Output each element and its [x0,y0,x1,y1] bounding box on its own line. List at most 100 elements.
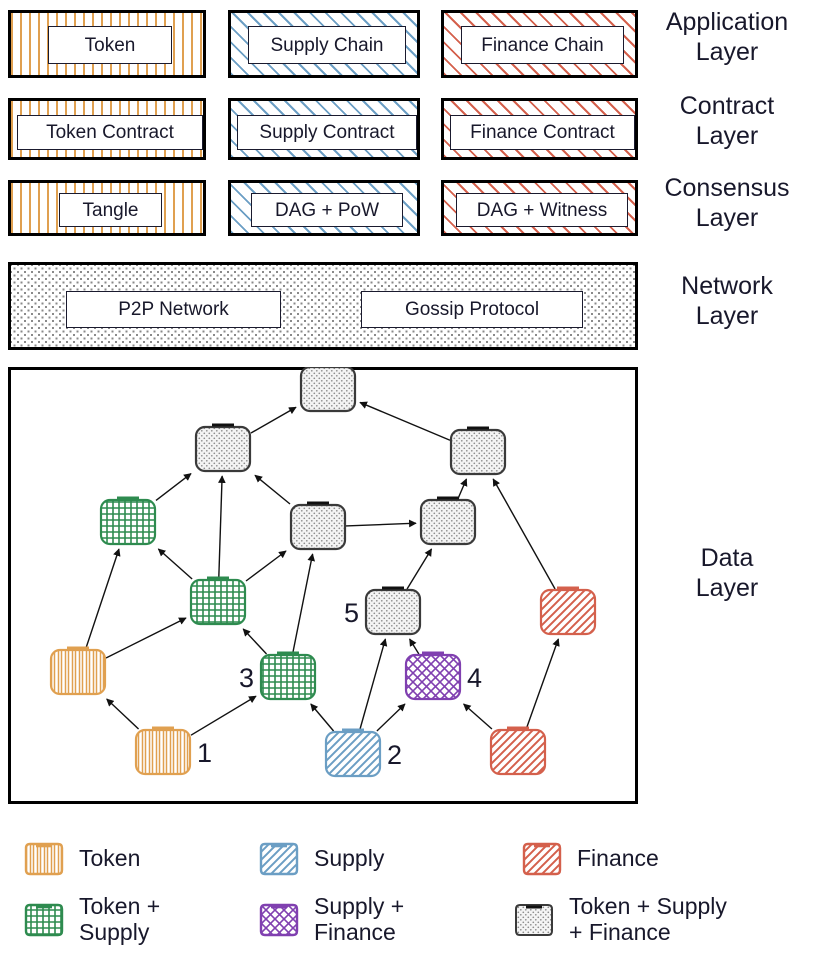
application-finance-box[interactable]: Finance Chain [441,10,638,78]
legend-item-supply[interactable]: Supply [257,840,384,878]
contract-finance-label: Finance Contract [470,122,615,143]
dag-node[interactable]: 3 [239,651,317,701]
dag-node-label: 5 [344,598,359,628]
application-layer-caption: Application Layer [665,8,789,66]
consensus-token-label-box: Tangle [59,193,162,227]
dag-node[interactable]: 2 [324,728,402,778]
dag-edge [85,548,121,650]
dag-node-body [364,588,422,636]
token-supply-swatch-icon [24,903,64,937]
legend-item-token[interactable]: Token [22,840,140,878]
dag-node-body [259,653,317,701]
dag-node[interactable] [194,423,252,473]
dag-edge [190,695,257,736]
dag-edge [157,548,193,580]
dag-edge [245,550,287,582]
dag-node-body [299,367,357,413]
dag-edge [105,617,187,659]
contract-finance-label-box: Finance Contract [450,115,635,150]
supply-swatch-icon [259,842,299,876]
dag-node-body [99,498,157,546]
network-gossip-label-box: Gossip Protocol [361,291,583,328]
application-finance-label: Finance Chain [481,34,604,56]
dag-node-body [489,728,547,776]
dag-node-label: 4 [467,663,482,693]
application-finance-label-box: Finance Chain [461,26,624,64]
consensus-supply-label-box: DAG + PoW [251,193,403,227]
network-p2p-label: P2P Network [118,299,229,320]
dag-edge [525,638,560,730]
dag-edge [358,638,388,732]
application-token-label-box: Token [48,26,172,64]
consensus-supply-box[interactable]: DAG + PoW [228,180,420,236]
dag-node-label: 1 [197,738,212,768]
contract-token-label-box: Token Contract [17,115,203,150]
dag-edge [492,478,556,590]
dag-node[interactable] [419,496,477,546]
dag-edge [406,548,433,590]
dag-node-body [49,648,107,696]
legend-item-supply-finance[interactable]: Supply + Finance [257,893,405,946]
contract-finance-box[interactable]: Finance Contract [441,98,638,160]
contract-supply-box[interactable]: Supply Contract [228,98,420,160]
consensus-token-box[interactable]: Tangle [8,180,206,236]
dag-node[interactable] [189,576,247,626]
data-layer-caption: Data Layer [695,544,759,602]
dag-nodes: 1 2 3 4 5 [49,367,597,778]
application-supply-box[interactable]: Supply Chain [228,10,420,78]
dag-node-body [134,728,192,776]
network-layer-box[interactable]: P2P Network Gossip Protocol [8,262,638,350]
dag-edge [155,473,192,502]
network-gossip-label: Gossip Protocol [404,299,540,320]
dag-node[interactable]: 4 [404,651,482,701]
legend-label-supply-finance: Supply + Finance [314,893,405,945]
consensus-finance-box[interactable]: DAG + Witness [441,180,638,236]
dag-edge [291,553,316,655]
consensus-token-label: Tangle [82,199,139,221]
consensus-finance-label: DAG + Witness [476,199,608,221]
finance-swatch-icon [522,842,562,876]
network-layer-caption: Network Layer [681,272,773,330]
dag-edge [463,703,493,730]
dag-node[interactable] [489,726,547,776]
contract-token-box[interactable]: Token Contract [8,98,206,160]
legend-label-token: Token [79,845,141,872]
consensus-layer-caption: Consensus Layer [664,174,790,232]
consensus-supply-label: DAG + PoW [275,199,379,221]
dag-node-body [449,428,507,476]
legend-item-finance[interactable]: Finance [520,840,659,878]
dag-node[interactable] [289,501,347,551]
dag-edge [345,519,417,528]
dag-node-body [324,730,382,778]
contract-layer-caption: Contract Layer [679,92,775,150]
legend-item-token-supply-finance[interactable]: Token + Supply + Finance [512,893,727,946]
dag-node[interactable]: 1 [134,726,212,776]
application-supply-label-box: Supply Chain [248,26,406,64]
dag-node-label: 3 [239,663,254,693]
dag-node[interactable] [539,586,597,636]
dag-node-body [289,503,347,551]
consensus-finance-label-box: DAG + Witness [456,193,628,227]
dag-node[interactable] [49,646,107,696]
dag-node-body [404,653,462,701]
token-swatch-icon [24,842,64,876]
dag-edge [359,401,451,441]
legend-label-token-supply: Token + Supply [79,893,161,945]
legend-label-finance: Finance [577,845,659,872]
dag-node[interactable]: 5 [344,586,422,636]
legend: Token Supply Finance Token + Supply Supp… [0,826,814,959]
dag-node[interactable] [99,496,157,546]
legend-label-supply: Supply [314,845,385,872]
legend-label-token-supply-finance: Token + Supply + Finance [569,893,727,945]
dag-node-body [194,425,252,473]
dag-node[interactable] [449,426,507,476]
dag-node[interactable] [299,367,357,413]
legend-item-token-supply[interactable]: Token + Supply [22,893,161,946]
application-token-box[interactable]: Token [8,10,206,78]
dag-node-body [189,578,247,626]
application-supply-label: Supply Chain [270,34,384,56]
dag-edge [310,703,335,732]
contract-supply-label-box: Supply Contract [237,115,417,150]
dag-edge [254,474,291,505]
dag-edge [242,628,268,655]
